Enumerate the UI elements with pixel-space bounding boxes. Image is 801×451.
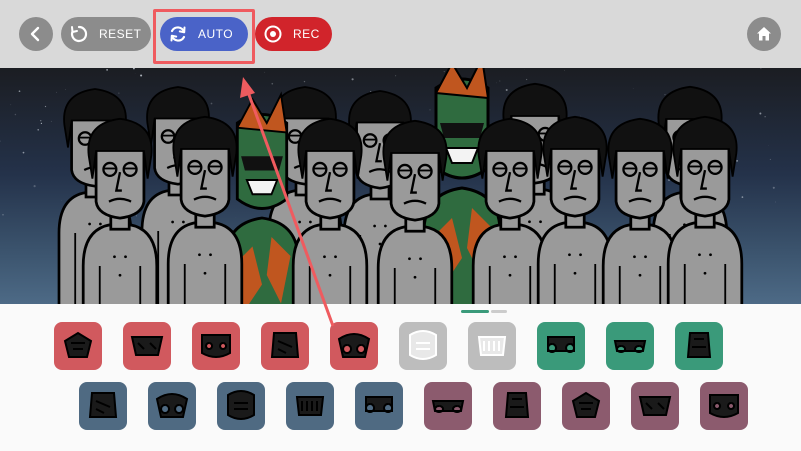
sound-icon	[227, 390, 255, 420]
reset-icon	[67, 22, 91, 46]
sound-icon	[709, 394, 739, 418]
sound-tile-beat-5[interactable]	[330, 322, 378, 370]
sound-icon	[431, 400, 465, 413]
characters-scene	[0, 68, 776, 304]
sound-tile-effect-2[interactable]	[468, 322, 516, 370]
reset-button[interactable]: RESET	[61, 17, 151, 51]
top-toolbar: RESET AUTO REC	[0, 0, 801, 68]
sound-tile-voice-5[interactable]	[700, 382, 748, 430]
sound-icon	[295, 396, 325, 416]
pager-indicator-active	[461, 310, 489, 313]
sound-icon	[270, 332, 300, 358]
chevron-left-icon	[30, 26, 40, 42]
sound-icon	[571, 391, 601, 418]
sound-icon	[547, 336, 576, 353]
rec-button[interactable]: REC	[255, 17, 332, 51]
sound-tile-voice-1[interactable]	[424, 382, 472, 430]
sound-tile-voice-4[interactable]	[631, 382, 679, 430]
sound-tile-beat-2[interactable]	[123, 322, 171, 370]
record-icon	[261, 22, 285, 46]
sound-icon	[504, 392, 530, 418]
sound-tile-voice-3[interactable]	[562, 382, 610, 430]
sound-tile-beat-1[interactable]	[54, 322, 102, 370]
home-icon	[757, 27, 771, 41]
sound-tile-melody-4[interactable]	[79, 382, 127, 430]
sound-tile-beat-4[interactable]	[261, 322, 309, 370]
back-button[interactable]	[19, 17, 53, 51]
sound-icon	[130, 336, 164, 356]
sound-palette	[0, 304, 801, 451]
sound-icon	[201, 334, 231, 358]
sound-tile-melody-1[interactable]	[537, 322, 585, 370]
pager-indicator	[491, 310, 507, 313]
sound-tile-melody-6[interactable]	[217, 382, 265, 430]
sound-tile-melody-8[interactable]	[355, 382, 403, 430]
sound-tile-beat-3[interactable]	[192, 322, 240, 370]
sound-icon	[365, 396, 394, 413]
sound-icon	[409, 330, 437, 360]
sound-tile-melody-5[interactable]	[148, 382, 196, 430]
rec-label: REC	[293, 27, 320, 41]
reset-label: RESET	[99, 27, 142, 41]
sound-icon	[337, 333, 371, 358]
sound-tile-effect-1[interactable]	[399, 322, 447, 370]
sound-icon	[638, 396, 672, 416]
performer-stage	[0, 68, 801, 304]
sound-icon	[477, 336, 507, 356]
sound-icon	[88, 392, 118, 418]
sound-tile-voice-2[interactable]	[493, 382, 541, 430]
sound-icon	[613, 340, 647, 353]
sound-tile-melody-7[interactable]	[286, 382, 334, 430]
home-button[interactable]	[747, 17, 781, 51]
sound-icon	[686, 332, 712, 358]
auto-highlight-box	[153, 9, 255, 64]
sound-tile-melody-3[interactable]	[675, 322, 723, 370]
sound-tile-melody-2[interactable]	[606, 322, 654, 370]
sound-icon	[155, 393, 189, 418]
sound-icon	[63, 331, 93, 358]
